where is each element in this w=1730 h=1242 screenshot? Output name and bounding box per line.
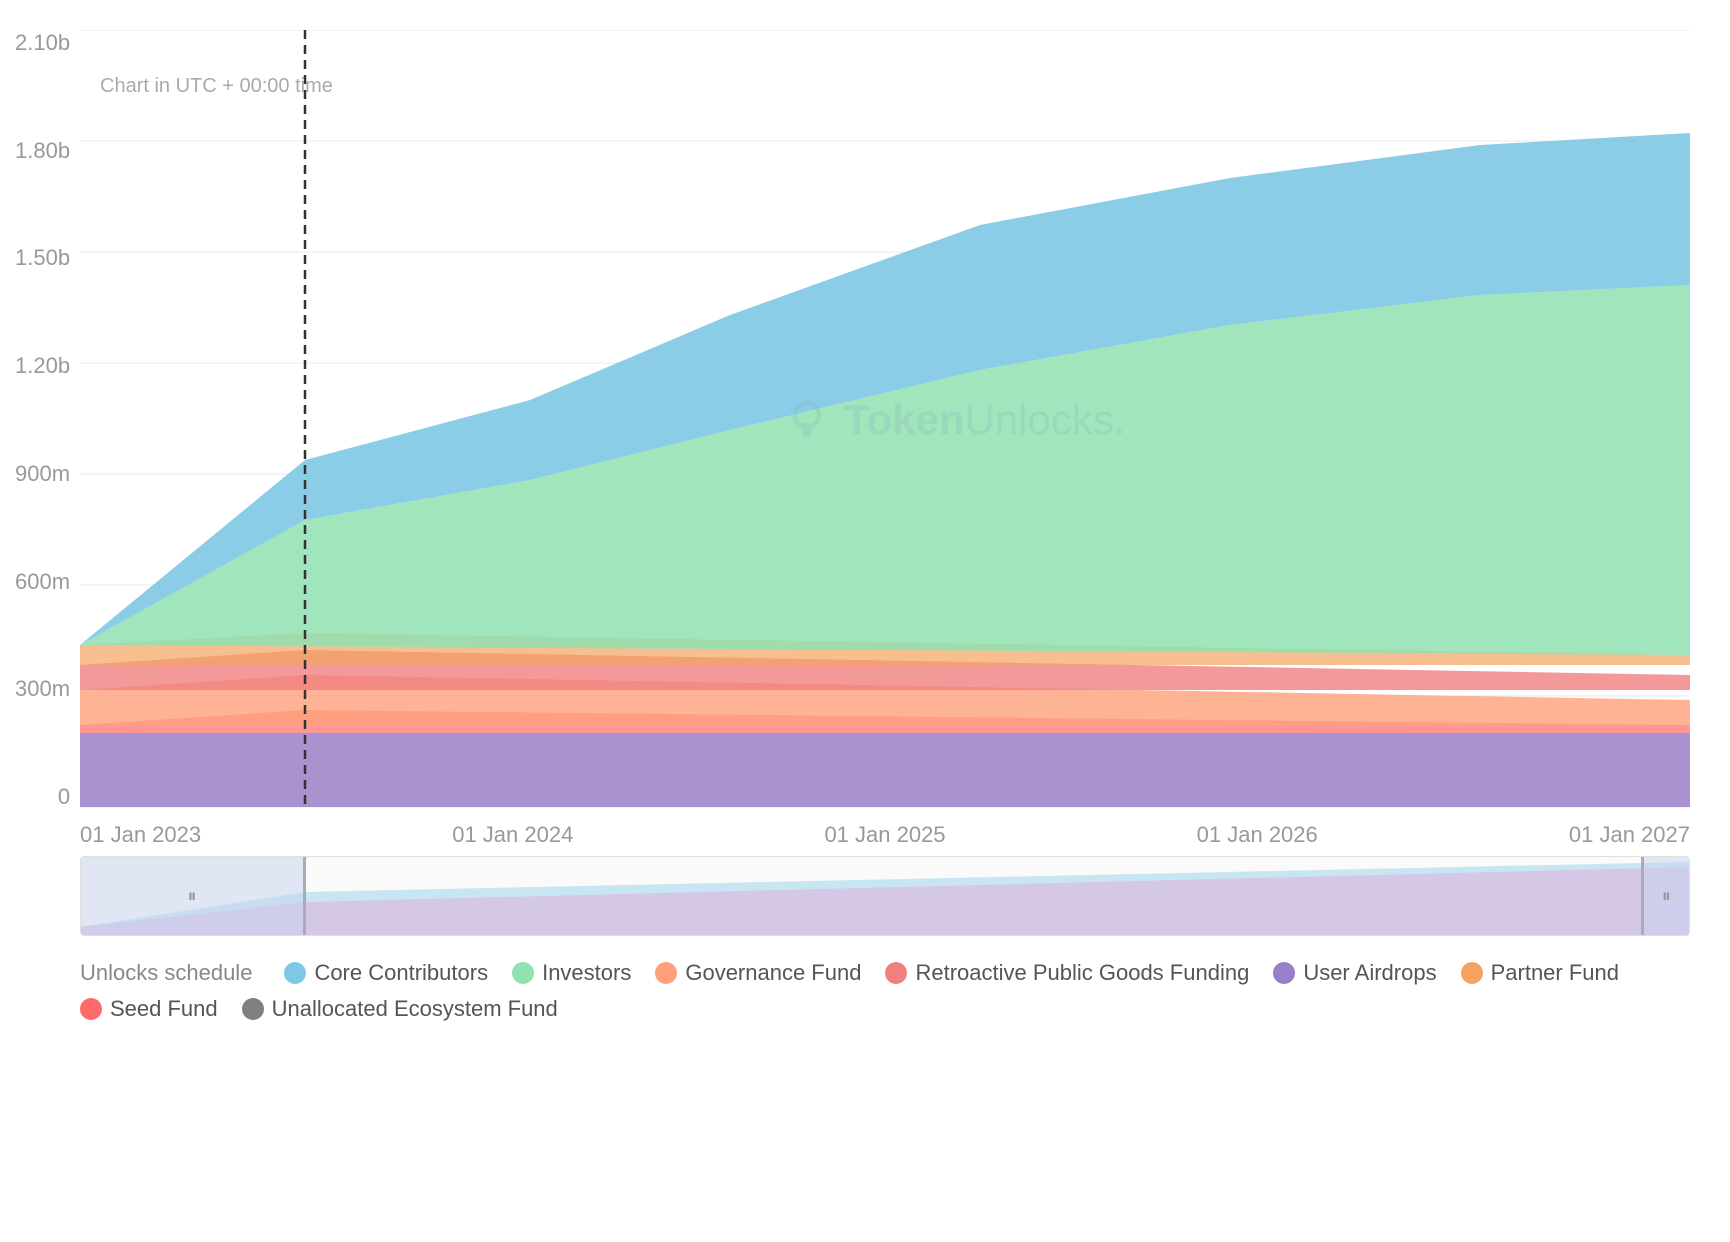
x-label-jan2025: 01 Jan 2025 (824, 822, 945, 848)
legend-item-unallocated: Unallocated Ecosystem Fund (242, 996, 558, 1022)
legend-label-airdrops: User Airdrops (1303, 960, 1436, 986)
legend-label-unallocated: Unallocated Ecosystem Fund (272, 996, 558, 1022)
legend-item-investors: Investors (512, 960, 631, 986)
legend-dot-investors (512, 962, 534, 984)
chart-subtitle: Chart in UTC + 00:00 time (100, 75, 333, 98)
x-label-jan2023: 01 Jan 2023 (80, 822, 201, 848)
chart-container: 2.10b 1.80b 1.50b 1.20b 900m 600m 300m 0 (0, 0, 1730, 1242)
legend-dot-rpgf (885, 962, 907, 984)
legend-item-airdrops: User Airdrops (1273, 960, 1436, 986)
y-label-600m: 600m (15, 569, 70, 595)
y-label-1500m: 1.50b (15, 245, 70, 271)
scrollbar-container[interactable]: ⏸ ⏸ (80, 856, 1690, 936)
y-label-0: 0 (15, 784, 70, 810)
legend-item-rpgf: Retroactive Public Goods Funding (885, 960, 1249, 986)
scrollbar-center[interactable] (306, 857, 1641, 935)
chart-area: 2.10b 1.80b 1.50b 1.20b 900m 600m 300m 0 (80, 30, 1690, 810)
legend-label-rpgf: Retroactive Public Goods Funding (915, 960, 1249, 986)
legend-item-partner: Partner Fund (1461, 960, 1619, 986)
scrollbar-handle-right[interactable]: ⏸ (1641, 857, 1689, 935)
left-handle-icon: ⏸ (188, 886, 197, 907)
y-label-300m: 300m (15, 676, 70, 702)
x-label-jan2026: 01 Jan 2026 (1197, 822, 1318, 848)
x-label-jan2027: 01 Jan 2027 (1569, 822, 1690, 848)
y-label-900m: 900m (15, 461, 70, 487)
legend-row-2: Seed Fund Unallocated Ecosystem Fund (80, 996, 1690, 1022)
legend-row-1: Unlocks schedule Core Contributors Inves… (80, 960, 1690, 986)
legend-label-partner: Partner Fund (1491, 960, 1619, 986)
legend-label-governance: Governance Fund (685, 960, 861, 986)
legend-dot-core (284, 962, 306, 984)
legend-area: Unlocks schedule Core Contributors Inves… (80, 960, 1690, 1022)
legend-dot-airdrops (1273, 962, 1295, 984)
y-label-1200m: 1.20b (15, 353, 70, 379)
legend-dot-unallocated (242, 998, 264, 1020)
legend-item-seed: Seed Fund (80, 996, 218, 1022)
legend-item-core: Core Contributors (284, 960, 488, 986)
legend-dot-partner (1461, 962, 1483, 984)
legend-schedule-label: Unlocks schedule (80, 960, 252, 986)
legend-label-seed: Seed Fund (110, 996, 218, 1022)
scrollbar-handle-left[interactable]: ⏸ (81, 857, 306, 935)
x-label-jan2024: 01 Jan 2024 (452, 822, 573, 848)
x-axis: 01 Jan 2023 01 Jan 2024 01 Jan 2025 01 J… (80, 822, 1690, 848)
legend-label-core: Core Contributors (314, 960, 488, 986)
legend-item-governance: Governance Fund (655, 960, 861, 986)
y-label-2100m: 2.10b (15, 30, 70, 56)
y-label-1800m: 1.80b (15, 138, 70, 164)
main-chart-svg: Today (80, 30, 1690, 810)
legend-dot-seed (80, 998, 102, 1020)
legend-label-investors: Investors (542, 960, 631, 986)
right-handle-icon: ⏸ (1662, 886, 1671, 907)
legend-dot-governance (655, 962, 677, 984)
y-axis-labels: 2.10b 1.80b 1.50b 1.20b 900m 600m 300m 0 (15, 30, 70, 810)
